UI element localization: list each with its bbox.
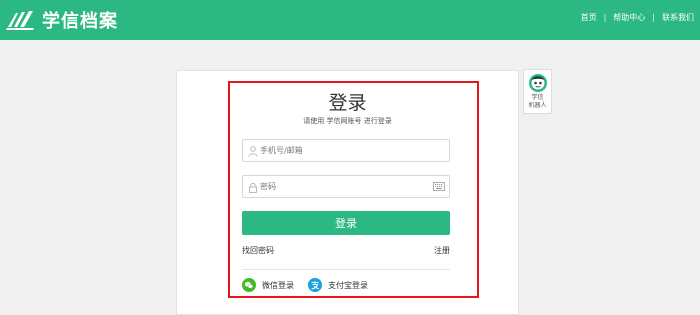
wechat-login-button[interactable]: 微信登录	[242, 278, 294, 292]
brand-logo[interactable]: 学信档案	[6, 7, 118, 33]
nav-home-link[interactable]: 首页	[581, 12, 597, 23]
alipay-login-label: 支付宝登录	[328, 280, 368, 290]
keyboard-icon[interactable]	[433, 182, 445, 191]
robot-assistant-button[interactable]: 学信 机器人	[523, 69, 552, 114]
robot-icon	[529, 74, 547, 92]
password-input[interactable]	[260, 176, 430, 197]
robot-label-line-1: 学信	[531, 94, 544, 101]
login-subtitle: 请使用 学信网账号 进行登录	[303, 117, 392, 125]
nav-help-link[interactable]: 帮助中心	[613, 12, 645, 23]
robot-label: 学信 机器人	[524, 94, 551, 110]
user-icon	[248, 146, 258, 157]
brand-name: 学信档案	[42, 11, 118, 32]
divider	[242, 269, 450, 270]
login-title: 登录	[328, 92, 367, 114]
login-button[interactable]: 登录	[242, 211, 450, 235]
alipay-icon	[308, 278, 322, 292]
username-input[interactable]	[260, 140, 430, 161]
robot-label-line-2: 机器人	[528, 102, 547, 109]
password-field[interactable]	[242, 175, 450, 198]
lock-icon	[249, 182, 257, 193]
forgot-password-link[interactable]: 找回密码	[242, 245, 274, 256]
top-header: 学信档案 首页 | 帮助中心 | 联系我们	[0, 0, 700, 40]
nav-contact-link[interactable]: 联系我们	[662, 12, 694, 23]
logo-mark-icon	[6, 11, 34, 30]
alipay-login-button[interactable]: 支付宝登录	[308, 278, 368, 292]
nav-separator: |	[603, 13, 607, 22]
wechat-icon	[242, 278, 256, 292]
top-nav: 首页 | 帮助中心 | 联系我们	[581, 12, 694, 23]
nav-separator: |	[652, 13, 655, 22]
wechat-login-label: 微信登录	[262, 280, 294, 290]
username-field[interactable]	[242, 139, 450, 162]
register-link[interactable]: 注册	[434, 245, 450, 256]
